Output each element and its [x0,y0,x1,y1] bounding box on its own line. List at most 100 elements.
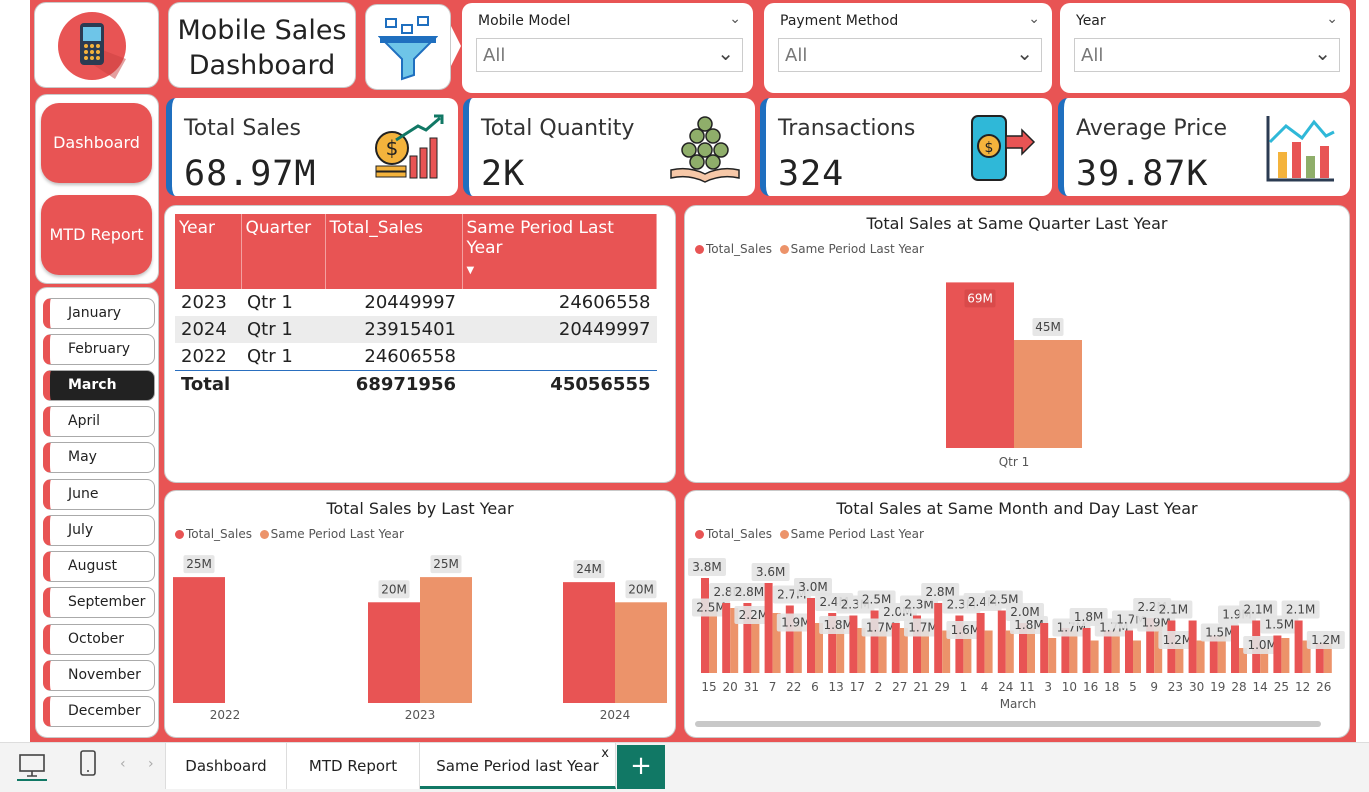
tab-dashboard[interactable]: Dashboard [165,743,287,789]
kpi-label: Average Price [1076,116,1228,141]
cell: 24606558 [558,292,651,313]
x-tick-label: 20 [723,680,738,694]
x-tick-label: 18 [1104,680,1119,694]
mobile-model-slicer[interactable]: Mobile Model ⌄ All ⌄ [462,3,753,93]
data-label: 1.8M [823,618,852,632]
bar-chart-icon [1266,116,1335,182]
mtd-report-nav-button[interactable]: MTD Report [41,195,152,275]
month-july[interactable]: July [43,515,155,546]
month-august[interactable]: August [43,551,155,582]
slicer-label: Payment Method [780,13,899,29]
bar [921,630,929,673]
funnel-filter-icon [378,16,438,81]
bar [807,598,815,673]
add-page-button[interactable]: + [617,745,665,789]
kpi-value: 2K [481,154,526,194]
data-label: 2.1M [1159,603,1188,617]
cell: 23915401 [325,316,462,343]
mobile-model-dropdown[interactable]: All ⌄ [476,38,743,72]
cell: 2023 [181,292,227,313]
column-header[interactable]: Total_Sales [325,214,463,289]
money-growth-icon: $ [375,114,444,179]
data-label: 1.9M [781,616,810,630]
data-label: 1.7M [908,621,937,635]
month-september[interactable]: September [43,587,155,618]
title-line-2: Dashboard [188,50,336,81]
mobile-view-icon[interactable] [78,749,98,779]
payment-method-dropdown[interactable]: All ⌄ [778,38,1042,72]
data-label: 45M [1035,320,1061,334]
x-tick-label: 13 [829,680,844,694]
horizontal-scrollbar[interactable] [695,721,1321,727]
table-row[interactable]: 2024 Qtr 1 23915401 20449997 [175,316,657,343]
bar [563,582,615,703]
kpi-total-sales: Total Sales 68.97M $ [166,98,458,196]
data-label: 1.5M [1205,626,1234,640]
logo-card [34,2,159,88]
filter-card[interactable] [365,4,451,90]
bar [984,630,993,673]
x-axis-title: March [1000,697,1037,711]
tab-mtd-report[interactable]: MTD Report [287,743,420,789]
bar [891,623,900,673]
bar [709,610,717,673]
x-tick-label: 19 [1210,680,1225,694]
bar [1281,638,1290,673]
cell: 68971956 [325,370,462,398]
mobile-phone-icon [58,12,126,80]
month-june[interactable]: June [43,479,155,510]
scroll-left-icon[interactable]: ‹ [120,756,126,772]
desktop-view-icon[interactable] [17,751,47,781]
bar [751,618,760,673]
chevron-down-icon[interactable]: ⌄ [729,11,741,27]
bar [764,583,773,673]
month-april[interactable]: April [43,406,155,437]
dashboard-nav-button[interactable]: Dashboard [41,103,152,183]
coins-hand-icon [670,116,740,183]
x-tick-label: 22 [786,680,801,694]
month-march[interactable]: March [43,370,155,401]
month-december[interactable]: December [43,696,155,727]
cell: 20449997 [364,292,456,313]
tab-same-period-last-year[interactable]: Same Period last Year x [420,743,616,789]
scroll-right-icon[interactable]: › [148,756,154,772]
column-header-sorted[interactable]: Same Period Last Year ▼ [462,214,657,289]
x-tick-label: 14 [1253,680,1268,694]
bar [1111,630,1120,673]
bar [1103,630,1112,673]
column-header[interactable]: Quarter [241,214,326,289]
payment-method-slicer[interactable]: Payment Method ⌄ All ⌄ [764,3,1052,93]
x-tick-label: 7 [769,680,777,694]
kpi-label: Transactions [778,116,916,141]
month-february[interactable]: February [43,334,155,365]
bar [836,628,845,673]
month-october[interactable]: October [43,624,155,655]
x-tick-label: 9 [1150,680,1158,694]
cell: 2024 [175,316,241,343]
x-tick-label: 30 [1189,680,1204,694]
bar [878,630,887,673]
kpi-average-price: Average Price 39.87K [1058,98,1350,196]
x-tick-label: 2024 [600,708,631,722]
table-row[interactable]: 2022 Qtr 1 24606558 [175,343,657,371]
chevron-down-icon[interactable]: ⌄ [1028,11,1040,27]
chevron-down-icon[interactable]: ⌄ [1326,11,1338,27]
bar-same-period-last-year [1014,340,1082,448]
close-tab-icon[interactable]: x [601,731,609,777]
month-may[interactable]: May [43,442,155,473]
cell [241,370,325,398]
data-label: 1.2M [1311,633,1340,647]
table-row[interactable]: 2023 Qtr 1 20449997 24606558 [175,289,657,316]
data-label: 24M [576,562,602,576]
x-tick-label: 21 [913,680,928,694]
column-header[interactable]: Year [175,214,242,289]
year-slicer[interactable]: Year ⌄ All ⌄ [1060,3,1350,93]
x-tick-label: 2 [875,680,883,694]
report-canvas: Mobile Sales Dashboard Mobile Model ⌄ Al… [30,0,1356,742]
column-header-label: Same Period Last Year [466,218,614,258]
left-margin [0,0,30,742]
month-november[interactable]: November [43,660,155,691]
year-dropdown[interactable]: All ⌄ [1074,38,1340,72]
month-january[interactable]: January [43,298,155,329]
nav-panel: Dashboard MTD Report [35,94,159,284]
